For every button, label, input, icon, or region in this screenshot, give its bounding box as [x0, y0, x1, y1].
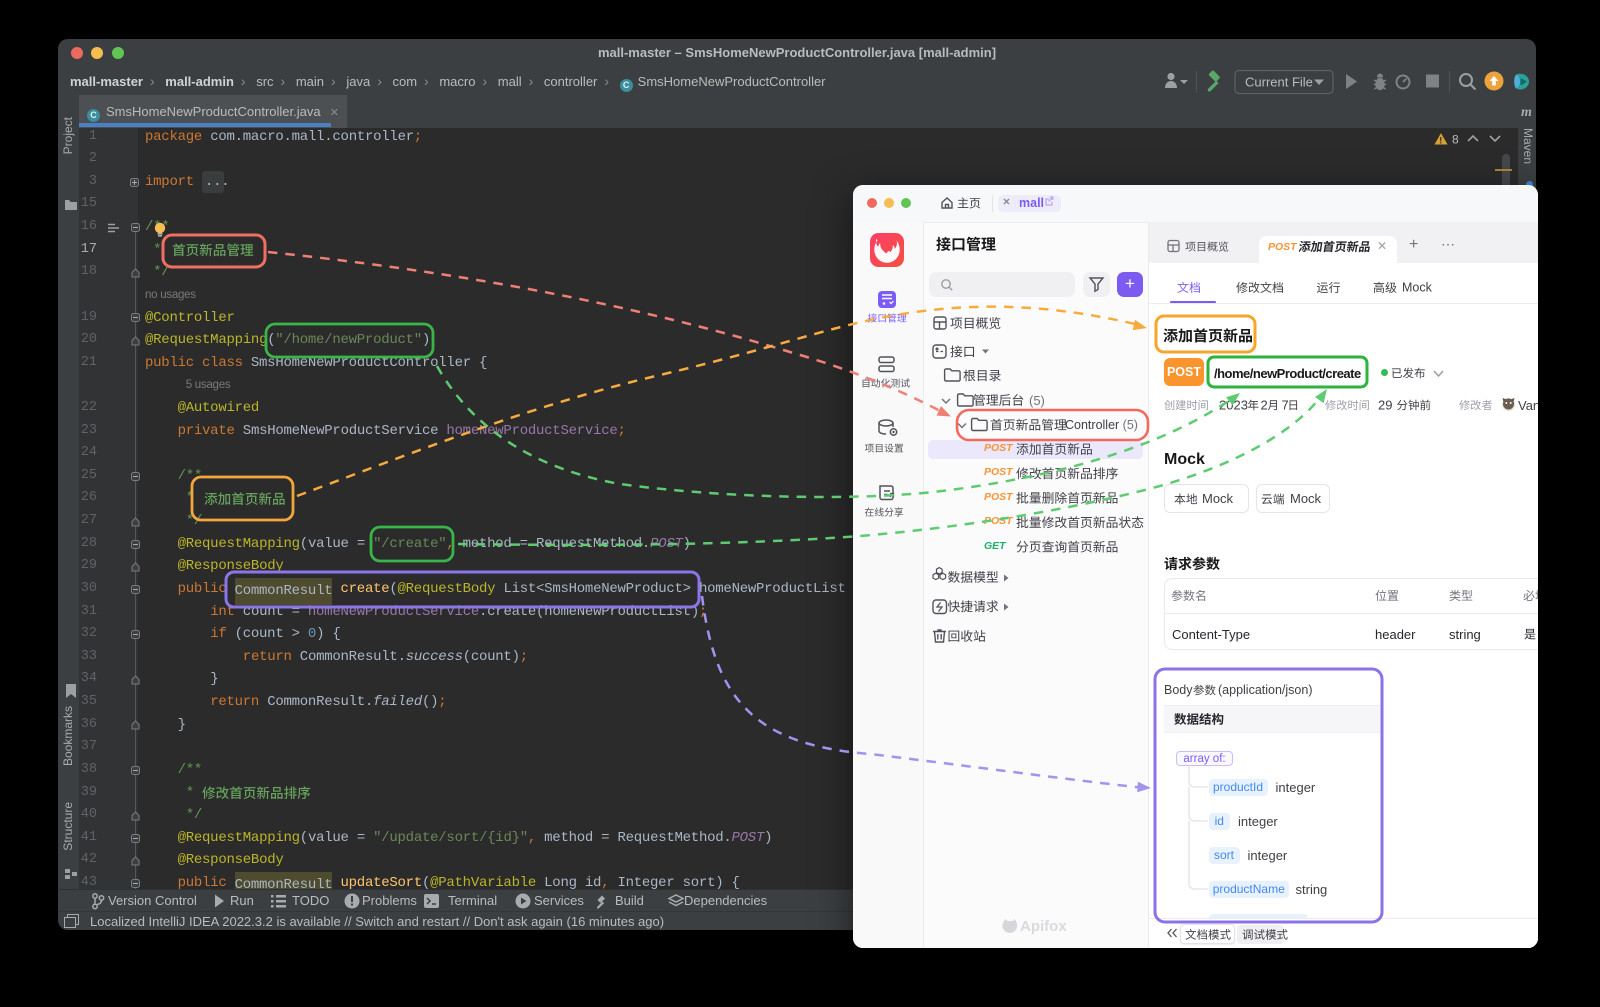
svg-text:8: 8	[1452, 133, 1459, 147]
svg-text:!: !	[1439, 136, 1442, 146]
svg-text:Current File: Current File	[1245, 75, 1313, 90]
